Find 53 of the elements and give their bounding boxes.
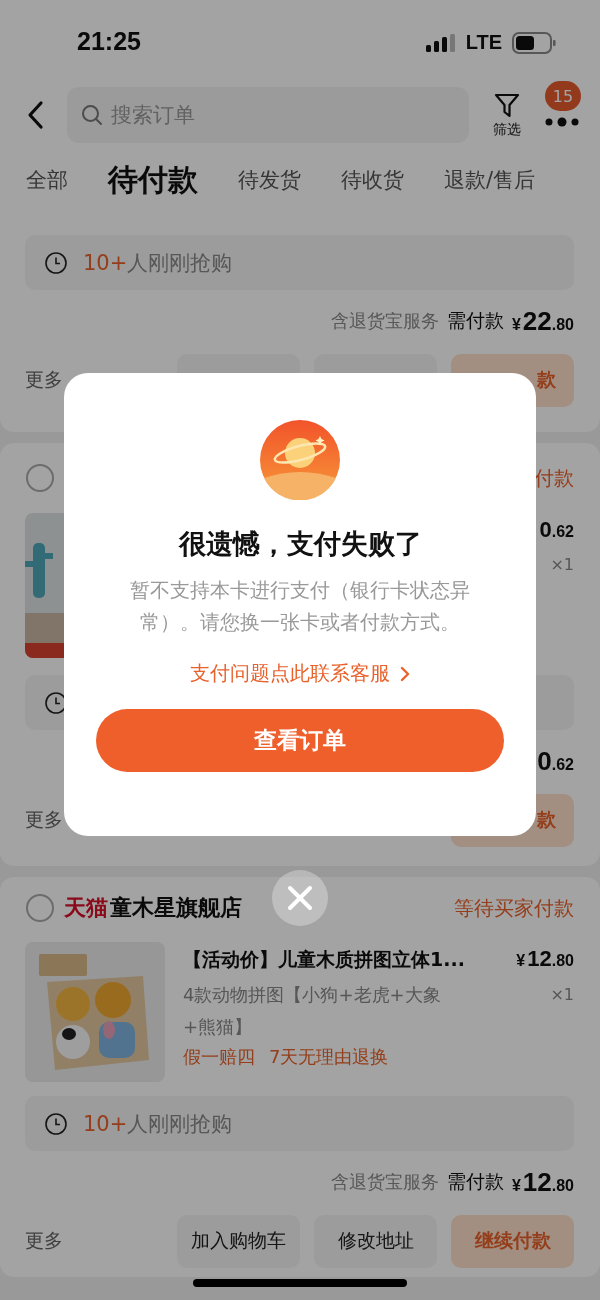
view-order-button[interactable]: 查看订单 — [96, 709, 504, 772]
filter-icon — [493, 91, 521, 119]
mall-logo: 天猫 — [64, 894, 108, 922]
action-button[interactable]: 修改地址 — [314, 1214, 437, 1268]
battery-icon — [512, 31, 556, 54]
total-label: 需付款 — [446, 308, 504, 333]
action-button[interactable]: 加入购物车 — [177, 1214, 300, 1268]
signal-icon — [425, 33, 456, 52]
total-price: ¥22.80 — [511, 305, 574, 337]
more-link[interactable]: 更多 — [25, 807, 63, 833]
checkbox[interactable] — [26, 894, 54, 922]
order-status: 等待买家付款 — [454, 894, 574, 922]
more-icon[interactable] — [545, 117, 579, 127]
product-title[interactable]: 【活动价】儿童木质拼图立体1... — [183, 947, 465, 973]
service-note: 含退货宝服务 — [330, 309, 439, 333]
order-status: 付款 — [534, 464, 574, 492]
service-note: 含退货宝服务 — [330, 1170, 439, 1194]
support-link[interactable]: 支付问题点此联系客服 — [190, 660, 410, 687]
quantity: ×1 — [550, 554, 574, 576]
dialog-message: 暂不支持本卡进行支付（银行卡状态异常）。请您换一张卡或者付款方式。 — [129, 577, 471, 636]
clock-icon — [44, 250, 68, 275]
close-button[interactable] — [272, 870, 328, 926]
total-price: 0.62 — [537, 745, 574, 777]
tab[interactable]: 全部 — [26, 166, 68, 194]
tab[interactable]: 待付款 — [108, 159, 198, 201]
search-icon — [81, 104, 103, 126]
product-price: ¥12.80 — [516, 946, 574, 972]
rush-text: 10+人刚刚抢购 — [83, 249, 233, 277]
clock-icon — [44, 1111, 68, 1136]
filter-button[interactable]: 筛选 — [493, 91, 521, 139]
product-variant: 4款动物拼图【小狗+老虎+大象+熊猫】 — [183, 983, 442, 1039]
clock-time: 21:25 — [77, 27, 141, 56]
service-tag: 7天无理由退换 — [269, 1045, 389, 1069]
dialog-title: 很遗憾，支付失败了 — [178, 527, 422, 561]
planet-icon — [260, 420, 340, 500]
chevron-icon — [400, 665, 410, 682]
network-label: LTE — [465, 31, 502, 54]
tab[interactable]: 待收货 — [341, 166, 404, 194]
more-link[interactable]: 更多 — [25, 1228, 63, 1254]
rush-text: 10+人刚刚抢购 — [83, 1110, 233, 1138]
search-field[interactable]: 搜索订单 — [67, 87, 469, 143]
product-price: 0.62 — [539, 517, 574, 543]
service-tag: 假一赔四 — [183, 1045, 255, 1069]
total-price: ¥12.80 — [511, 1166, 574, 1198]
shop-name[interactable]: 童木星旗舰店 — [110, 893, 242, 923]
checkbox[interactable] — [26, 464, 54, 492]
tab[interactable]: 待发货 — [238, 166, 301, 194]
count-badge: 15 — [545, 81, 581, 111]
tab[interactable]: 退款/售后 — [444, 166, 536, 194]
total-label: 需付款 — [446, 1169, 504, 1194]
close-icon — [287, 885, 313, 911]
more-link[interactable]: 更多 — [25, 367, 63, 393]
quantity: ×1 — [550, 984, 574, 1006]
